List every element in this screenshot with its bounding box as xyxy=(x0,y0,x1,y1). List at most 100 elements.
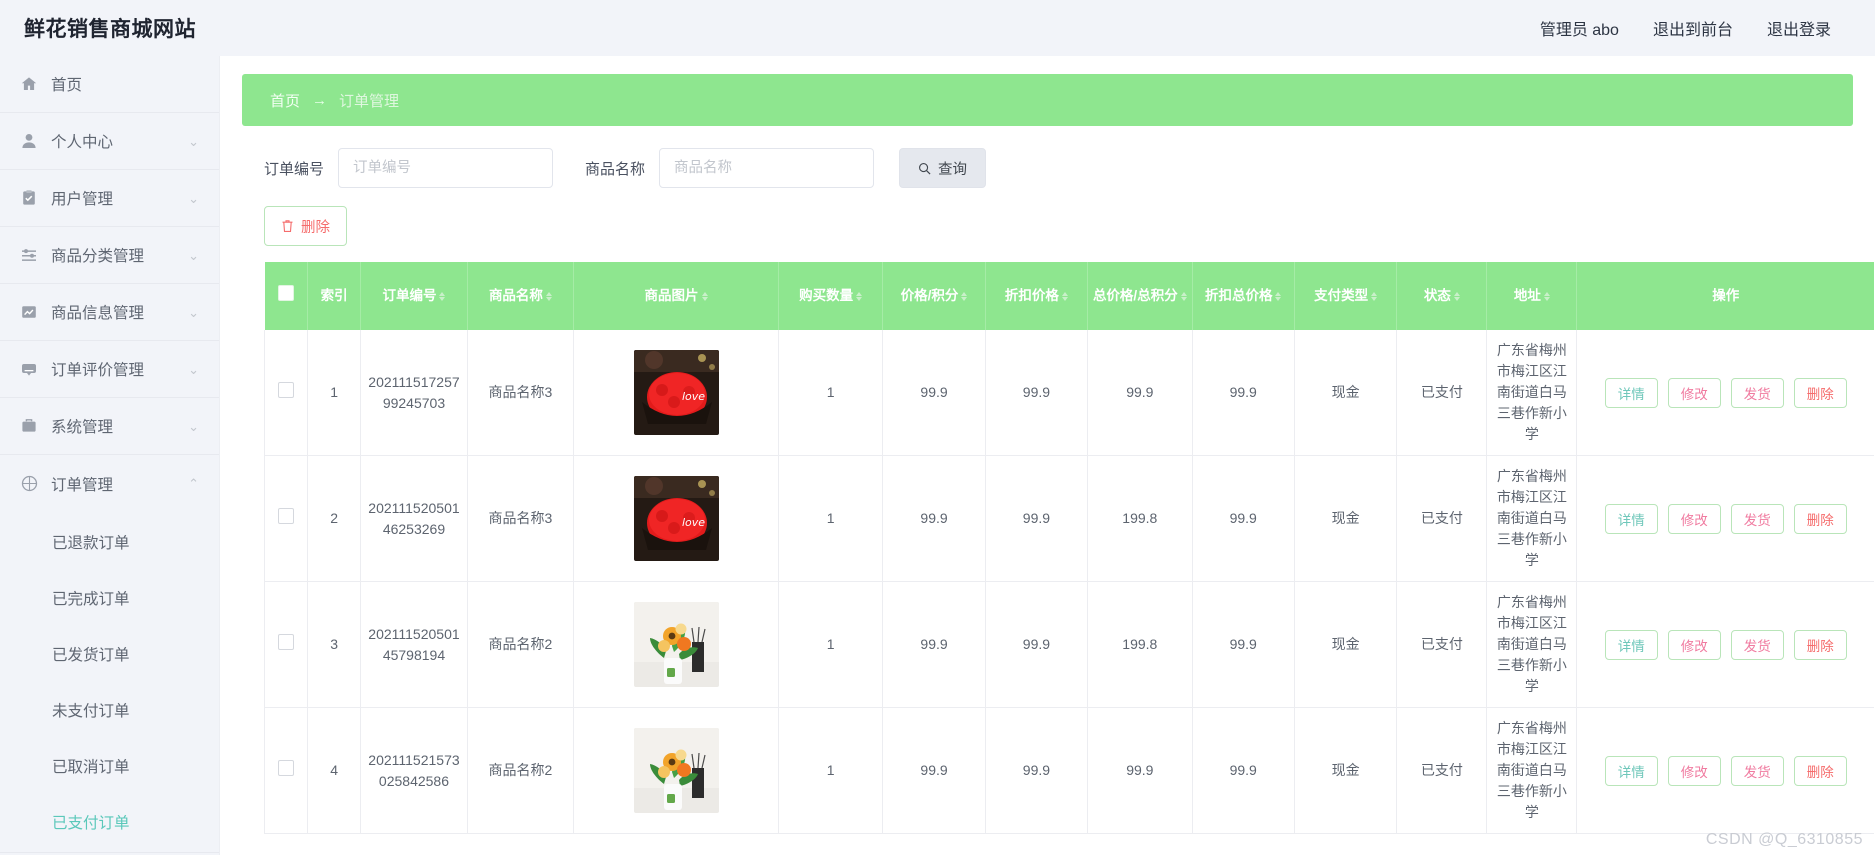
main-content: 首页 → 订单管理 订单编号 商品名称 查询 xyxy=(220,56,1875,855)
row-goods-image-cell[interactable] xyxy=(573,581,779,708)
row-discount-price: 99.9 xyxy=(985,581,1089,708)
sort-icon[interactable] xyxy=(1180,291,1187,301)
th-select-all[interactable] xyxy=(264,262,308,330)
admin-account-label[interactable]: 管理员 abo xyxy=(1540,16,1619,40)
sidebar-item-home[interactable]: 首页 xyxy=(0,56,219,113)
bulk-delete-button[interactable]: 删除 xyxy=(264,206,347,246)
ship-button[interactable]: 发货 xyxy=(1730,755,1784,786)
row-select-cell[interactable] xyxy=(264,330,308,456)
detail-button[interactable]: 详情 xyxy=(1604,503,1658,534)
sidebar-item-order-review[interactable]: 订单评价管理 ⌄ xyxy=(0,341,219,398)
row-checkbox[interactable] xyxy=(278,507,294,524)
detail-button[interactable]: 详情 xyxy=(1604,755,1658,786)
delete-button[interactable]: 删除 xyxy=(1793,377,1847,408)
row-select-cell[interactable] xyxy=(264,581,308,708)
top-header: 鲜花销售商城网站 管理员 abo 退出到前台 退出登录 xyxy=(0,0,1875,56)
delete-button[interactable]: 删除 xyxy=(1793,629,1847,660)
th-address-label: 地址 xyxy=(1513,288,1541,304)
th-pay-type[interactable]: 支付类型 xyxy=(1294,262,1398,330)
orders-table-head: 索引 订单编号 商品名称 商品图片 购买数量 价格/积分 折扣价格 总价格/总积… xyxy=(264,262,1874,330)
row-address: 广东省梅州市梅江区江南街道白马三巷作新小学 xyxy=(1486,455,1578,582)
row-pay-type: 现金 xyxy=(1294,330,1398,456)
ship-button[interactable]: 发货 xyxy=(1730,629,1784,660)
search-button[interactable]: 查询 xyxy=(899,148,987,188)
sidebar-item-refunded-orders[interactable]: 已退款订单 xyxy=(0,514,219,570)
th-goods-name[interactable]: 商品名称 xyxy=(467,262,575,330)
delete-button[interactable]: 删除 xyxy=(1793,503,1847,534)
th-status[interactable]: 状态 xyxy=(1396,262,1488,330)
order-icon xyxy=(19,474,39,494)
edit-button[interactable]: 修改 xyxy=(1667,377,1721,408)
sidebar-item-completed-orders[interactable]: 已完成订单 xyxy=(0,570,219,626)
orange-sunflower-vase-thumbnail[interactable] xyxy=(633,728,719,813)
breadcrumb-current: 订单管理 xyxy=(339,92,400,110)
sidebar-item-paid-orders[interactable]: 已支付订单 xyxy=(0,794,219,850)
row-quantity: 1 xyxy=(778,330,884,456)
sort-icon[interactable] xyxy=(545,291,552,301)
th-price[interactable]: 价格/积分 xyxy=(882,262,986,330)
row-checkbox[interactable] xyxy=(278,381,294,398)
th-discount-total[interactable]: 折扣总价格 xyxy=(1192,262,1295,330)
sidebar-item-goods-info[interactable]: 商品信息管理 ⌄ xyxy=(0,284,219,341)
sort-icon[interactable] xyxy=(1543,291,1550,301)
red-rose-bouquet-thumbnail[interactable]: love xyxy=(633,476,719,561)
ship-button[interactable]: 发货 xyxy=(1730,503,1784,534)
detail-button[interactable]: 详情 xyxy=(1604,377,1658,408)
breadcrumb-home[interactable]: 首页 xyxy=(270,90,300,111)
row-total-price: 199.8 xyxy=(1087,581,1193,708)
th-address[interactable]: 地址 xyxy=(1486,262,1578,330)
search-button-label: 查询 xyxy=(938,161,968,178)
row-total-price: 199.8 xyxy=(1087,455,1193,582)
row-address: 广东省梅州市梅江区江南街道白马三巷作新小学 xyxy=(1486,581,1578,708)
sidebar-submenu-orders: 已退款订单 已完成订单 已发货订单 未支付订单 已取消订单 已支付订单 xyxy=(0,512,219,850)
chevron-down-icon: ⌄ xyxy=(188,304,199,320)
th-goods-image[interactable]: 商品图片 xyxy=(573,262,779,330)
goods-name-input[interactable] xyxy=(659,148,875,188)
th-discount-price[interactable]: 折扣价格 xyxy=(985,262,1089,330)
sort-icon[interactable] xyxy=(439,291,446,301)
edit-button[interactable]: 修改 xyxy=(1667,503,1721,534)
th-quantity[interactable]: 购买数量 xyxy=(778,262,884,330)
orange-sunflower-vase-thumbnail[interactable] xyxy=(633,602,719,687)
row-checkbox[interactable] xyxy=(278,759,294,776)
sidebar-item-goods-category[interactable]: 商品分类管理 ⌄ xyxy=(0,227,219,284)
row-select-cell[interactable] xyxy=(264,455,308,582)
row-discount-total: 99.9 xyxy=(1192,581,1295,708)
select-all-checkbox[interactable] xyxy=(277,285,294,302)
row-discount-total: 99.9 xyxy=(1192,455,1295,582)
edit-button[interactable]: 修改 xyxy=(1667,755,1721,786)
sort-icon[interactable] xyxy=(1275,291,1282,301)
logout-link[interactable]: 退出登录 xyxy=(1767,16,1831,40)
sidebar-item-cancelled-orders[interactable]: 已取消订单 xyxy=(0,738,219,794)
th-total-price[interactable]: 总价格/总积分 xyxy=(1087,262,1193,330)
sidebar-item-personal-center[interactable]: 个人中心 ⌄ xyxy=(0,113,219,170)
sidebar-item-system-management[interactable]: 系统管理 ⌄ xyxy=(0,398,219,455)
sidebar-item-unpaid-orders[interactable]: 未支付订单 xyxy=(0,682,219,738)
detail-button[interactable]: 详情 xyxy=(1604,629,1658,660)
order-no-input[interactable] xyxy=(338,148,554,188)
sort-icon[interactable] xyxy=(1453,291,1460,301)
th-order-no[interactable]: 订单编号 xyxy=(360,262,468,330)
row-operations-cell: 详情 修改 发货 删除 xyxy=(1576,330,1874,456)
red-rose-bouquet-thumbnail[interactable]: love xyxy=(633,350,719,435)
row-pay-type: 现金 xyxy=(1294,581,1398,708)
row-select-cell[interactable] xyxy=(264,707,308,834)
row-goods-image-cell[interactable]: love xyxy=(573,455,779,582)
edit-button[interactable]: 修改 xyxy=(1667,629,1721,660)
sort-icon[interactable] xyxy=(961,291,968,301)
row-price: 99.9 xyxy=(882,455,986,582)
row-checkbox[interactable] xyxy=(278,633,294,650)
exit-to-frontend-link[interactable]: 退出到前台 xyxy=(1653,16,1733,40)
row-goods-image-cell[interactable]: love xyxy=(573,330,779,456)
sort-icon[interactable] xyxy=(701,291,708,301)
ship-button[interactable]: 发货 xyxy=(1730,377,1784,408)
sidebar-item-order-management[interactable]: 订单管理 ⌃ xyxy=(0,455,219,512)
chevron-down-icon: ⌄ xyxy=(188,247,199,263)
sidebar-item-shipped-orders[interactable]: 已发货订单 xyxy=(0,626,219,682)
row-goods-image-cell[interactable] xyxy=(573,707,779,834)
sort-icon[interactable] xyxy=(1371,291,1378,301)
sort-icon[interactable] xyxy=(856,291,863,301)
delete-button[interactable]: 删除 xyxy=(1793,755,1847,786)
sort-icon[interactable] xyxy=(1061,291,1068,301)
sidebar-item-user-management[interactable]: 用户管理 ⌄ xyxy=(0,170,219,227)
